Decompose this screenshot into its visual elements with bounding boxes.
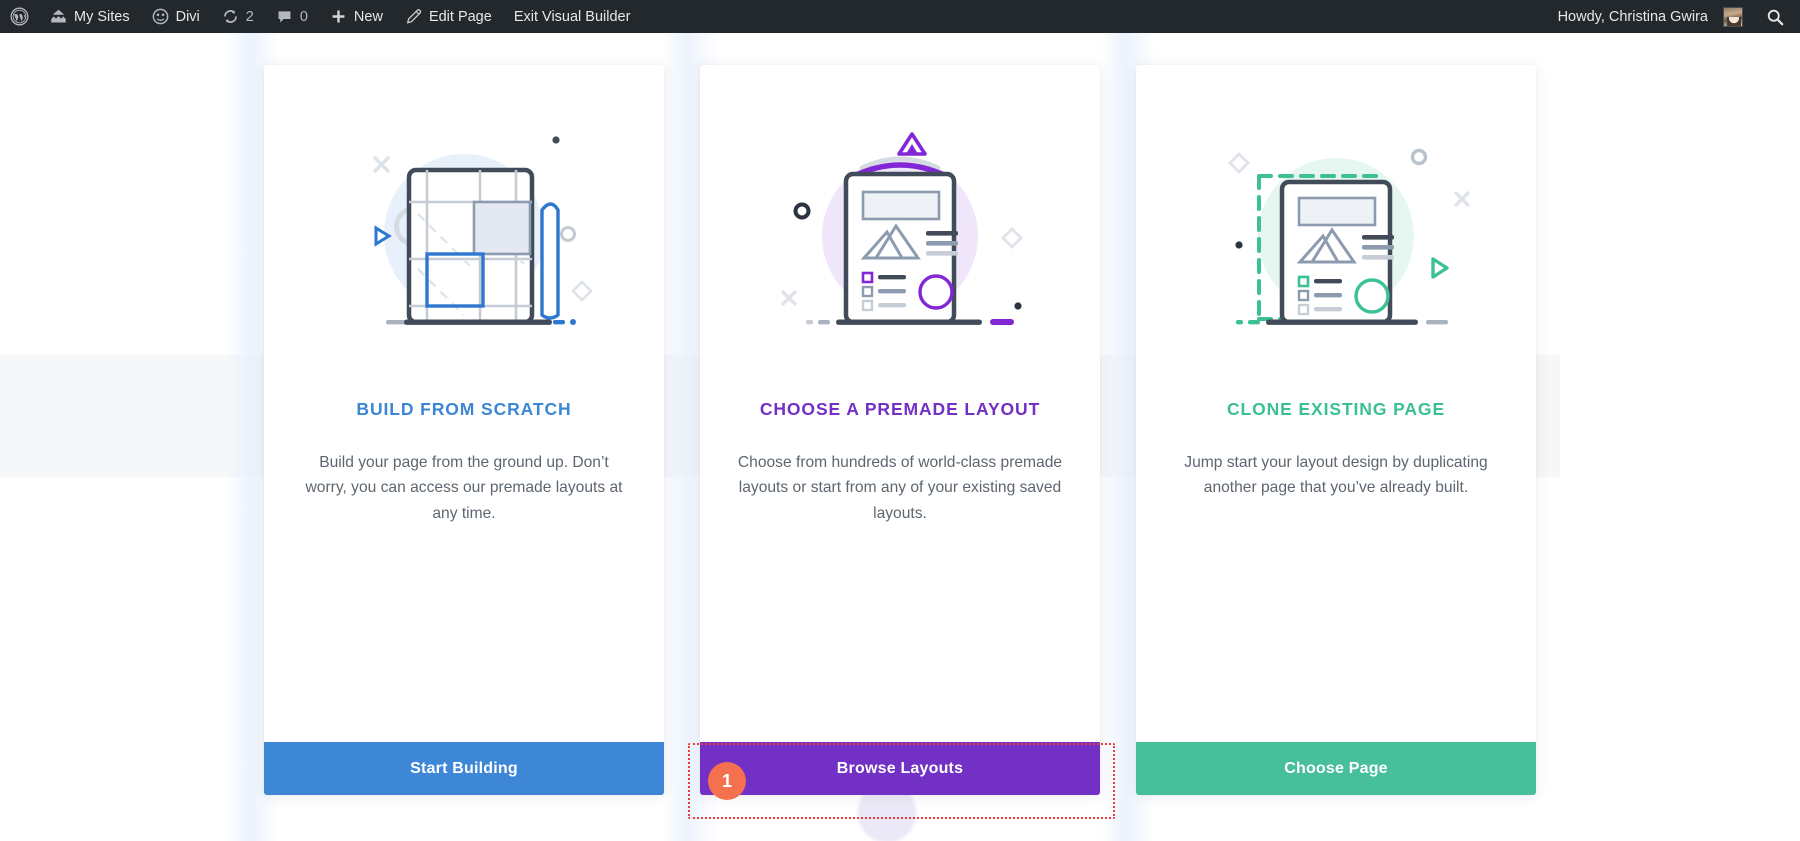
- plus-icon: [330, 8, 347, 25]
- card-description-clone-existing-page: Jump start your layout design by duplica…: [1184, 454, 1488, 497]
- admin-bar-label-exit-visual-builder: Exit Visual Builder: [513, 8, 631, 25]
- admin-bar-item-new[interactable]: New: [319, 0, 394, 33]
- admin-bar-right-group: Howdy, Christina Gwira: [1547, 0, 1800, 33]
- admin-bar-item-divi[interactable]: Divi: [141, 0, 211, 33]
- admin-bar-label-divi: Divi: [175, 8, 200, 25]
- admin-bar-left-group: My Sites Divi 2 0 New Edit Page Exit Vis…: [0, 0, 641, 33]
- updates-count: 2: [245, 8, 254, 25]
- card-build-from-scratch[interactable]: BUILD FROM SCRATCH Build your page from …: [264, 65, 664, 795]
- search-button[interactable]: [1754, 0, 1800, 33]
- account-menu[interactable]: Howdy, Christina Gwira: [1547, 0, 1754, 33]
- admin-bar-label-edit-page: Edit Page: [428, 8, 492, 25]
- layout-page-green-dashed-illustration: [1136, 65, 1536, 385]
- account-greeting: Howdy, Christina Gwira: [1557, 8, 1708, 25]
- update-icon: [222, 8, 239, 25]
- wordpress-logo-icon: [10, 7, 29, 26]
- sites-icon: [50, 8, 67, 25]
- card-title-choose-premade-layout: CHOOSE A PREMADE LAYOUT: [759, 399, 1041, 419]
- browse-layouts-button[interactable]: Browse Layouts: [700, 742, 1100, 795]
- comment-icon: [276, 8, 293, 25]
- admin-bar-label-my-sites: My Sites: [74, 8, 130, 25]
- admin-bar-item-updates[interactable]: 2: [211, 0, 265, 33]
- start-options-card-group: BUILD FROM SCRATCH Build your page from …: [0, 33, 1800, 841]
- choose-page-button[interactable]: Choose Page: [1136, 742, 1536, 795]
- admin-bar-item-edit-page[interactable]: Edit Page: [394, 0, 503, 33]
- search-icon: [1766, 8, 1784, 26]
- card-title-build-from-scratch: BUILD FROM SCRATCH: [356, 399, 572, 419]
- divi-icon: [152, 8, 169, 25]
- admin-bar-item-comments[interactable]: 0: [265, 0, 319, 33]
- card-description-build-from-scratch: Build your page from the ground up. Don’…: [305, 454, 623, 522]
- blueprint-wrench-pencil-illustration: [264, 65, 664, 385]
- annotation-badge-1: 1: [708, 762, 746, 800]
- card-description-choose-premade-layout: Choose from hundreds of world-class prem…: [737, 454, 1063, 522]
- wordpress-logo-button[interactable]: [0, 0, 39, 33]
- admin-bar-label-new: New: [353, 8, 383, 25]
- card-choose-premade-layout[interactable]: CHOOSE A PREMADE LAYOUT Choose from hund…: [700, 65, 1100, 795]
- visual-builder-overlay: BUILD FROM SCRATCH Build your page from …: [0, 33, 1800, 841]
- pencil-icon: [405, 8, 422, 25]
- layout-page-purple-illustration: [700, 65, 1100, 385]
- start-building-button[interactable]: Start Building: [264, 742, 664, 795]
- card-clone-existing-page[interactable]: CLONE EXISTING PAGE Jump start your layo…: [1136, 65, 1536, 795]
- card-title-clone-existing-page: CLONE EXISTING PAGE: [1226, 399, 1446, 419]
- avatar: [1723, 6, 1743, 27]
- wp-admin-bar: My Sites Divi 2 0 New Edit Page Exit Vis…: [0, 0, 1800, 33]
- admin-bar-item-my-sites[interactable]: My Sites: [39, 0, 141, 33]
- comments-count: 0: [299, 8, 308, 25]
- admin-bar-item-exit-visual-builder[interactable]: Exit Visual Builder: [503, 0, 642, 33]
